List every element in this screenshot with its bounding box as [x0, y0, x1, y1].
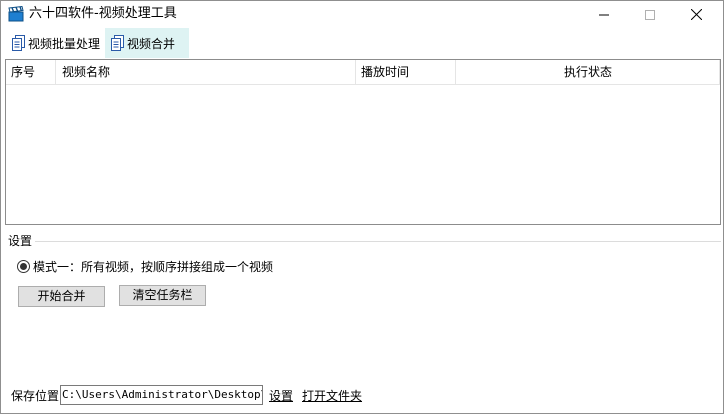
document-icon [12, 35, 25, 51]
toolbar: 视频批量处理 视频合并 [1, 28, 723, 58]
column-label: 执行状态 [563, 65, 612, 79]
title-bar: 六十四软件-视频处理工具 [1, 1, 723, 28]
video-list[interactable]: 序号 视频名称 播放时间 执行状态 [5, 59, 721, 225]
column-label: 播放时间 [361, 65, 410, 79]
document-icon [111, 35, 124, 51]
open-folder-link[interactable]: 打开文件夹 [302, 388, 362, 404]
mode-one-label: 模式一：所有视频，按顺序拼接组成一个视频 [33, 259, 274, 274]
save-path-input[interactable]: C:\Users\Administrator\Desktop\360 [60, 385, 263, 405]
tab-batch-process[interactable]: 视频批量处理 [6, 28, 106, 58]
clear-tasks-button[interactable]: 清空任务栏 [119, 285, 206, 306]
column-label: 视频名称 [62, 65, 111, 79]
settings-group-line [35, 241, 721, 242]
tab-label: 视频合并 [127, 36, 176, 51]
mode-one-radio[interactable]: 模式一：所有视频，按顺序拼接组成一个视频 [17, 258, 273, 274]
list-header: 序号 视频名称 播放时间 执行状态 [6, 60, 720, 85]
clapperboard-icon [8, 6, 24, 22]
settings-group-label: 设置 [8, 234, 36, 248]
column-header-duration[interactable]: 播放时间 [356, 60, 456, 84]
column-header-index[interactable]: 序号 [6, 60, 56, 84]
close-icon [690, 9, 702, 20]
tab-label: 视频批量处理 [28, 36, 101, 51]
maximize-icon [645, 9, 655, 20]
column-header-status[interactable]: 执行状态 [456, 60, 720, 84]
settings-link[interactable]: 设置 [269, 388, 293, 404]
minimize-button[interactable] [581, 1, 627, 28]
column-header-name[interactable]: 视频名称 [56, 60, 356, 84]
start-merge-button[interactable]: 开始合并 [18, 286, 105, 307]
save-location-label: 保存位置 [11, 389, 60, 403]
radio-selected-icon[interactable] [17, 259, 30, 273]
minimize-icon [599, 14, 609, 15]
close-button[interactable] [673, 1, 719, 28]
column-label: 序号 [11, 65, 36, 79]
app-window: 六十四软件-视频处理工具 视频批量处理 视频合并 序号 视频名称 播放时间 执行… [0, 0, 724, 414]
window-title: 六十四软件-视频处理工具 [29, 6, 177, 21]
maximize-button[interactable] [627, 1, 673, 28]
tab-video-merge[interactable]: 视频合并 [105, 28, 189, 58]
